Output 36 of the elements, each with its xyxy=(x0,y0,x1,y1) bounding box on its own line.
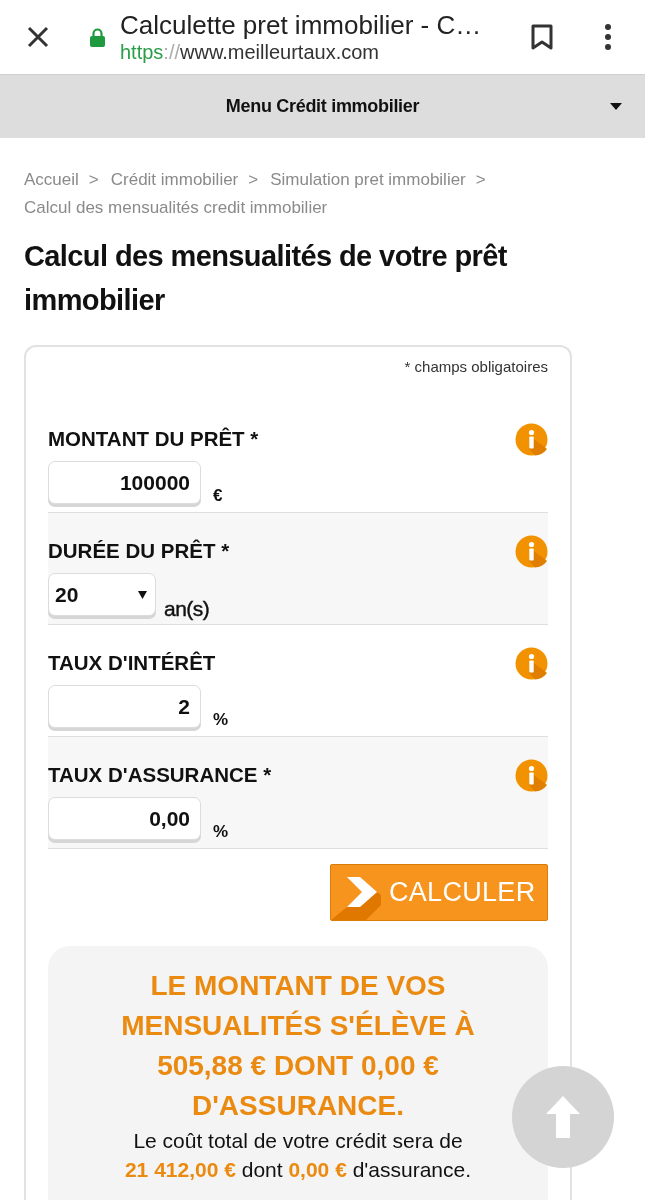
breadcrumb-separator: > xyxy=(475,169,486,191)
page-heading: Calcul des mensualités de votre prêt immobilier xyxy=(24,239,508,318)
unit-label: € xyxy=(213,486,223,506)
breadcrumb-separator: > xyxy=(248,169,259,191)
info-icon[interactable] xyxy=(515,646,548,680)
more-menu-icon[interactable] xyxy=(605,24,611,50)
result-detail: Le coût total de votre crédit sera de 21 412,00 € dont 0,00 € d'assurance. xyxy=(123,1128,473,1183)
info-icon[interactable] xyxy=(515,422,548,456)
page-title-text: Calculette pret immobilier - C… xyxy=(120,10,482,40)
result-headline: LE MONTANT DE VOS MENSUALITÉS S'ÉLÈVE À 505,88 € DONT 0,00 € D'ASSURANCE. xyxy=(120,969,476,1123)
breadcrumb-separator: > xyxy=(88,169,99,191)
field-label: DURÉE DU PRÊT * xyxy=(48,539,230,563)
breadcrumb-link[interactable]: Crédit immobilier xyxy=(110,166,239,194)
info-icon[interactable] xyxy=(515,534,548,568)
close-icon[interactable] xyxy=(27,26,49,48)
input-field[interactable]: 2 xyxy=(48,685,201,728)
dropdown-field[interactable]: 20 xyxy=(48,573,156,616)
arrow-up-icon xyxy=(546,1096,580,1138)
lock-icon xyxy=(90,27,105,47)
caret-icon xyxy=(610,103,622,110)
breadcrumb-link[interactable]: Simulation pret immobilier xyxy=(270,166,466,194)
unit-label: % xyxy=(213,710,229,730)
url-text[interactable]: https://www.meilleurtaux.com xyxy=(120,40,482,64)
required-note: * champs obligatoires xyxy=(404,357,548,377)
bookmark-icon[interactable] xyxy=(531,24,553,50)
unit-label: an(s) xyxy=(164,596,210,622)
field-label: TAUX D'INTÉRÊT xyxy=(48,651,216,675)
input-field[interactable]: 0,00 xyxy=(48,797,201,840)
unit-label: % xyxy=(213,822,229,842)
field-label: TAUX D'ASSURANCE * xyxy=(48,763,272,787)
field-label: MONTANT DU PRÊT * xyxy=(48,427,259,451)
caret-icon xyxy=(138,590,147,599)
info-icon[interactable] xyxy=(515,758,548,792)
input-field[interactable]: 100000 xyxy=(48,461,201,504)
menu-dropdown[interactable]: Menu Crédit immobilier xyxy=(0,75,645,138)
breadcrumb-link[interactable]: Accueil xyxy=(24,166,79,194)
